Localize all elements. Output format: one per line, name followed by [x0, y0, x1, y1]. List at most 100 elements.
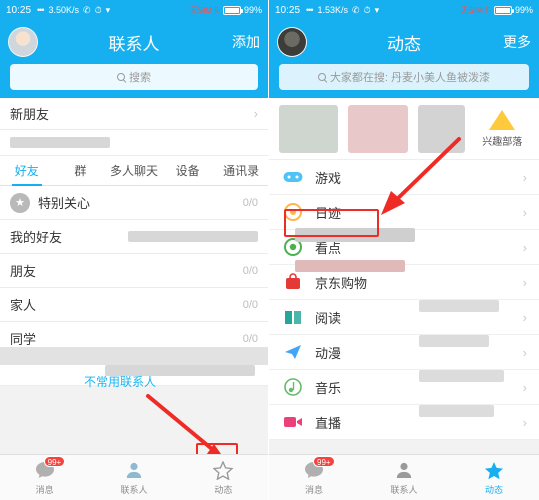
tab-bar-label: 动态	[214, 485, 233, 495]
row-label: 音乐	[315, 380, 342, 396]
avatar[interactable]	[8, 27, 38, 57]
tab-bar-item-messages[interactable]: 99+ 消息	[0, 456, 89, 496]
contacts-icon	[123, 459, 145, 481]
status-network-speed: 3.50K/s	[48, 5, 80, 15]
search-icon	[317, 72, 327, 82]
tab-devices[interactable]: 设备	[161, 156, 215, 186]
group-label: 特别关心	[38, 196, 91, 211]
blurred-text	[419, 335, 489, 347]
page-title: 联系人	[108, 34, 160, 54]
tab-bar-label: 消息	[304, 485, 323, 495]
blurred-text	[10, 137, 110, 148]
status-right-group: 无SIM卡 99%	[190, 5, 262, 16]
list-item-my-friends[interactable]: 我的好友	[0, 220, 268, 254]
tab-bar-item-messages[interactable]: 99+ 消息	[269, 456, 359, 496]
group-label: 同学	[10, 332, 37, 347]
tab-contacts[interactable]: 通讯录	[214, 156, 268, 186]
tent-icon	[489, 109, 516, 130]
sim-status: 无SIM卡	[189, 5, 220, 15]
chevron-right-icon: ›	[253, 106, 258, 121]
tab-bar-label: 联系人	[390, 485, 418, 495]
row-label: 京东购物	[315, 275, 368, 291]
row-label: 动漫	[315, 345, 342, 361]
list-item-anime[interactable]: 动漫 ›	[269, 335, 539, 370]
chevron-right-icon: ›	[522, 274, 527, 290]
right-body: 兴趣部落 游戏 › 日迹 › 看点 › 京东购物 › 阅读 › 动漫 › 音乐 …	[269, 98, 539, 500]
screenshot-root: 10:25 ••• 3.50K/s ✆ ⏱ ▾ 无SIM卡 99% 联系人 添加…	[0, 0, 539, 500]
message-icon: 99+	[303, 456, 335, 481]
status-right-group: 无SIM卡 99%	[461, 5, 533, 16]
search-placeholder: 搜索	[129, 72, 151, 84]
right-tab-bar: 99+ 消息 联系人 动态	[269, 454, 539, 500]
chevron-right-icon: ›	[522, 239, 527, 255]
promo-thumb-3	[417, 104, 466, 153]
group-label: 我的好友	[10, 230, 63, 245]
status-time: 10:25	[275, 4, 301, 16]
add-button[interactable]: 添加	[232, 32, 260, 52]
search-input[interactable]: 搜索	[10, 64, 258, 90]
group-label: 朋友	[10, 264, 37, 279]
battery-percent: 99%	[243, 5, 262, 15]
left-nav-bar: 联系人 添加	[0, 20, 268, 64]
right-status-bar: 10:25 ••• 1.53K/s ✆ ⏱ ▾ 无SIM卡 99%	[269, 0, 539, 20]
list-item-friends[interactable]: 朋友 0/0	[0, 254, 268, 288]
star-outline-icon	[212, 459, 234, 481]
tab-bar-item-dynamic[interactable]: 动态	[449, 459, 539, 496]
tab-bar-item-contacts[interactable]: 联系人	[89, 459, 178, 496]
page-title: 动态	[387, 34, 421, 54]
group-count: 0/0	[242, 298, 258, 311]
annotation-highlight-box	[284, 209, 379, 237]
status-network-speed: 1.53K/s	[317, 5, 349, 15]
search-icon	[117, 72, 126, 82]
tab-bar-item-contacts[interactable]: 联系人	[359, 459, 449, 496]
message-badge: 99+	[43, 456, 66, 467]
tab-bar-item-dynamic[interactable]: 动态	[179, 459, 268, 496]
list-item-live[interactable]: 直播 ›	[269, 405, 539, 440]
anime-icon	[281, 344, 305, 360]
avatar[interactable]	[277, 27, 307, 57]
group-label: 家人	[10, 298, 37, 313]
music-icon	[281, 378, 305, 396]
list-item-special-care[interactable]: ★ 特别关心 0/0	[0, 186, 268, 220]
tribe-entry[interactable]: 兴趣部落	[475, 109, 529, 148]
group-count: 0/0	[242, 332, 258, 345]
star-filled-icon	[483, 459, 505, 481]
left-tab-bar: 99+ 消息 联系人 动态	[0, 454, 268, 500]
list-item-family[interactable]: 家人 0/0	[0, 288, 268, 322]
promo-thumb-1	[279, 104, 339, 153]
tab-multichat[interactable]: 多人聊天	[107, 156, 161, 186]
chevron-right-icon: ›	[522, 309, 527, 325]
blurred-text	[128, 231, 258, 242]
tab-friends[interactable]: 好友	[0, 156, 54, 186]
blurred-text	[419, 370, 504, 382]
bluetooth-icon: ✆	[83, 4, 91, 15]
promo-banner[interactable]: 兴趣部落	[269, 98, 539, 160]
list-item-blurred-1[interactable]	[0, 130, 268, 156]
tribe-label: 兴趣部落	[482, 136, 523, 148]
list-item-new-friend[interactable]: 新朋友 ›	[0, 98, 268, 130]
star-icon: ★	[10, 192, 30, 213]
group-count: 0/0	[242, 264, 258, 277]
tab-bar-label: 消息	[35, 485, 54, 495]
tab-groups[interactable]: 群	[54, 156, 108, 186]
row-label: 阅读	[315, 310, 342, 326]
bluetooth-icon: ✆	[352, 4, 360, 15]
chevron-right-icon: ›	[522, 344, 527, 360]
chevron-right-icon: ›	[522, 414, 527, 430]
alarm-icon: ⏱	[94, 4, 102, 15]
left-status-bar: 10:25 ••• 3.50K/s ✆ ⏱ ▾ 无SIM卡 99%	[0, 0, 268, 20]
chevron-right-icon: ›	[522, 169, 527, 185]
search-input[interactable]: 大家都在搜: 丹麦小美人鱼被泼漆	[279, 64, 529, 90]
more-button[interactable]: 更多	[503, 32, 531, 52]
contacts-icon	[393, 459, 415, 481]
blurred-text	[419, 300, 499, 312]
blurred-text	[295, 260, 405, 272]
new-friend-label: 新朋友	[10, 107, 50, 122]
alarm-icon: ⏱	[363, 4, 371, 15]
blurred-text	[419, 405, 494, 417]
battery-icon	[222, 5, 243, 15]
row-label: 游戏	[315, 170, 342, 186]
battery-icon	[493, 5, 514, 15]
list-item-game[interactable]: 游戏 ›	[269, 160, 539, 195]
status-dots: •••	[306, 5, 314, 15]
